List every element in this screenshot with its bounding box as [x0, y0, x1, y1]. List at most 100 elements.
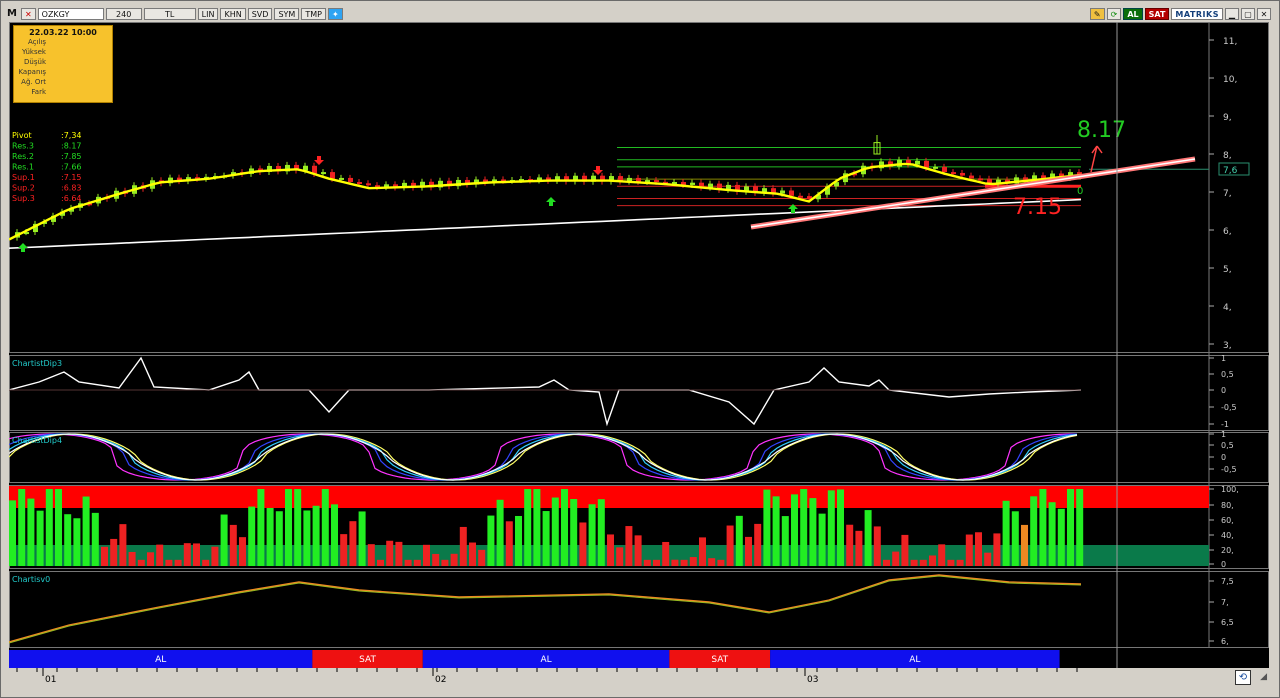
- panel-frame: [9, 355, 1269, 431]
- overbought-zone: [9, 486, 1209, 508]
- dip4-axis-label: -0,5: [1221, 465, 1237, 474]
- pivot-legend: Pivot:7,34 Res.3:8.17 Res.2:7.85 Res.1:7.66…: [12, 131, 82, 203]
- close-window-icon[interactable]: ✕: [1257, 8, 1271, 20]
- histogram-bar: [64, 514, 72, 566]
- chartistdip3-line: [8, 356, 1082, 427]
- histogram-bar: [303, 510, 311, 566]
- close-symbol-icon[interactable]: ✕: [20, 8, 36, 20]
- time-label: 01: [45, 675, 56, 685]
- histogram-bar: [266, 507, 274, 566]
- histogram-bar: [864, 510, 872, 566]
- histogram-bar: [846, 524, 854, 566]
- histogram-bar: [938, 544, 946, 566]
- pivot-legend-value: :7.15: [61, 173, 82, 182]
- histogram-bar: [211, 546, 219, 566]
- buy-button[interactable]: AL: [1123, 8, 1143, 20]
- panel-title: ChartistDip4: [12, 436, 62, 445]
- candle: [357, 182, 362, 185]
- histogram-bar: [174, 559, 182, 566]
- sell-button[interactable]: SAT: [1144, 8, 1170, 20]
- bars-axis-label: 60,: [1221, 516, 1234, 525]
- signal-arrows: [18, 156, 798, 252]
- candle: [339, 177, 344, 180]
- info-diff-label: Fark: [31, 88, 46, 96]
- maximize-icon[interactable]: ▢: [1241, 8, 1255, 20]
- khn-button[interactable]: KHN: [220, 8, 246, 20]
- histogram-bar: [754, 523, 762, 566]
- chart-canvas[interactable]: 8.17 7.15 0 11, 10, 9, 8, 7, 6, 5, 4, 3, 7,6 Piv…: [8, 22, 1269, 668]
- refresh-icon[interactable]: ⟳: [1106, 8, 1122, 20]
- histogram-bar: [929, 555, 936, 566]
- histogram-bar: [110, 538, 118, 566]
- info-date: 22.03.22 10:00: [29, 28, 97, 37]
- histogram-bar: [1076, 489, 1084, 566]
- twitter-icon[interactable]: ✦: [327, 8, 343, 20]
- info-wavg-label: Ağ. Ort: [21, 78, 46, 86]
- symbol-input[interactable]: OZKGY: [37, 8, 104, 20]
- target-annotation: 8.17: [1077, 118, 1126, 143]
- histogram-bar: [625, 526, 633, 566]
- tmp-button[interactable]: TMP: [301, 8, 326, 20]
- histogram-bar: [239, 537, 246, 566]
- chart-area[interactable]: 8.17 7.15 0 11, 10, 9, 8, 7, 6, 5, 4, 3, 7,6 Piv…: [8, 22, 1269, 668]
- drawing-icon[interactable]: ✎: [1089, 8, 1105, 20]
- info-low-label: Düşük: [24, 58, 46, 66]
- histogram-bar: [128, 551, 136, 566]
- price-tick-label: 10,: [1223, 75, 1237, 85]
- candle: [789, 190, 794, 196]
- histogram-bar: [1002, 500, 1010, 566]
- lin-button[interactable]: LIN: [197, 8, 219, 20]
- svd-button[interactable]: SVD: [247, 8, 273, 20]
- candle: [690, 182, 695, 185]
- period-select[interactable]: 240: [105, 8, 142, 20]
- histogram-bar: [699, 537, 706, 566]
- sell-arrow-icon: [314, 156, 324, 165]
- resize-grip-icon[interactable]: ◢: [1260, 672, 1267, 682]
- histogram-bar: [533, 489, 541, 566]
- candle: [942, 166, 947, 173]
- histogram-bar: [340, 534, 348, 566]
- histogram-bar: [257, 489, 265, 566]
- price-tick-label: 7,: [1223, 189, 1232, 199]
- time-label: 03: [807, 675, 818, 685]
- v0-axis-label: 7,5: [1221, 577, 1234, 586]
- histogram-bar: [441, 559, 449, 566]
- histogram-bar: [423, 544, 430, 566]
- histogram-bar: [588, 504, 596, 566]
- dip4-axis-label: 0: [1221, 453, 1226, 462]
- bars-axis-label: 0: [1221, 560, 1226, 569]
- pivot-legend-value: :7.66: [61, 163, 82, 172]
- panel-frame: [9, 571, 1269, 648]
- time-axis: 01 02 03: [16, 668, 1078, 685]
- histogram-bar: [377, 559, 384, 566]
- histogram-bar: [892, 551, 900, 566]
- histogram-bar: [312, 505, 320, 566]
- histogram-bar: [662, 541, 670, 566]
- candle: [366, 183, 371, 186]
- histogram-bar: [496, 499, 504, 566]
- buy-arrow-icon: [546, 197, 556, 206]
- histogram-bar: [855, 530, 863, 566]
- sync-icon[interactable]: ⟲: [1235, 670, 1251, 685]
- histogram-bar: [781, 516, 789, 566]
- histogram-bar: [294, 489, 302, 566]
- histogram-bar: [717, 559, 725, 566]
- histogram-bar: [275, 511, 283, 566]
- histogram-bar: [910, 559, 918, 566]
- histogram-bar: [119, 524, 127, 566]
- histogram-bar: [1030, 496, 1038, 566]
- histogram-bar: [883, 559, 890, 566]
- histogram-bar: [91, 512, 99, 566]
- histogram-bar: [202, 559, 210, 566]
- chart-toolbar: M ✕ OZKGY 240 TL LIN KHN SVD SYM TMP ✦ ✎…: [5, 7, 1273, 21]
- ohlc-info-box: 22.03.22 10:00 Açılış Yüksek Düşük Kapan…: [13, 25, 113, 103]
- currency-select[interactable]: TL: [143, 8, 196, 20]
- histogram-bars: [9, 486, 1209, 566]
- minimize-icon[interactable]: ▁: [1225, 8, 1239, 20]
- histogram-bar: [505, 521, 513, 566]
- chart-window: M ✕ OZKGY 240 TL LIN KHN SVD SYM TMP ✦ ✎…: [0, 0, 1280, 698]
- signal-label: SAT: [711, 655, 728, 665]
- histogram-bar: [183, 543, 191, 566]
- time-label: 02: [435, 675, 446, 685]
- sym-button[interactable]: SYM: [274, 8, 300, 20]
